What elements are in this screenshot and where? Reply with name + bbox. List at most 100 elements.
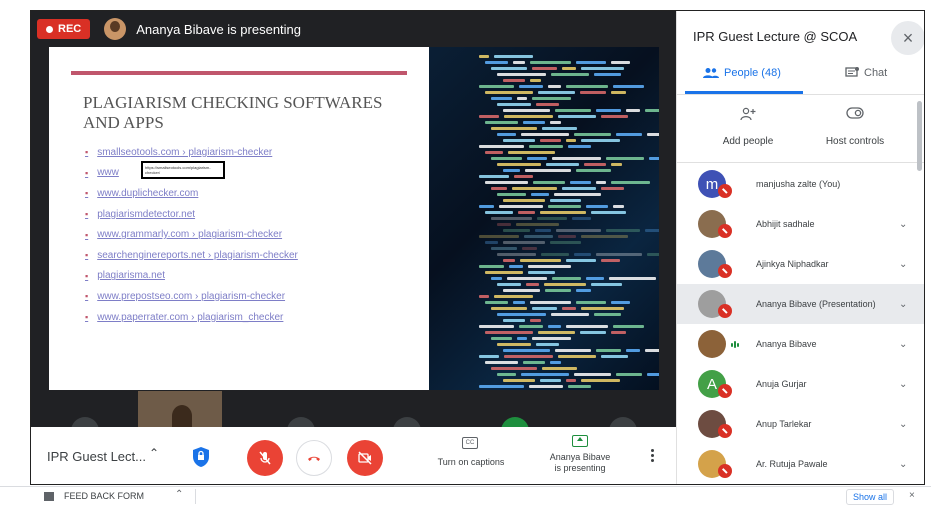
- slide-link-text: www.grammarly.com › plagiarism-checker: [97, 229, 283, 241]
- participant-row[interactable]: Ananya Bibave ⌄: [677, 324, 924, 364]
- slide-link-item: ▪ www.prepostseo.com › plagiarism-checker: [85, 286, 298, 307]
- code-line: [626, 109, 640, 112]
- participant-row[interactable]: m manjusha zalte (You): [677, 164, 924, 204]
- code-line: [503, 319, 525, 322]
- close-download-bar-icon[interactable]: ×: [909, 490, 915, 501]
- code-line: [532, 97, 571, 100]
- chevron-down-icon[interactable]: ⌄: [899, 419, 907, 430]
- code-line: [596, 181, 606, 184]
- code-line: [568, 385, 591, 388]
- code-line: [479, 385, 524, 388]
- download-file-name[interactable]: FEED BACK FORM: [64, 491, 144, 501]
- code-line: [558, 355, 596, 358]
- code-line: [647, 133, 659, 136]
- camera-off-button[interactable]: [347, 440, 383, 476]
- code-line: [530, 319, 541, 322]
- code-line: [485, 241, 498, 244]
- host-controls-button[interactable]: Host controls: [810, 107, 900, 149]
- code-line: [491, 187, 507, 190]
- tab-people[interactable]: People (48): [703, 67, 781, 79]
- presenting-label-line2[interactable]: is presenting: [540, 463, 620, 474]
- chevron-down-icon[interactable]: ⌄: [899, 339, 907, 350]
- end-call-button[interactable]: [296, 440, 332, 476]
- code-line: [572, 217, 591, 220]
- chevron-down-icon[interactable]: ⌄: [899, 379, 907, 390]
- participant-name: Anuja Gurjar: [756, 379, 807, 389]
- chevron-down-icon[interactable]: ⌄: [899, 219, 907, 230]
- panel-scrollbar[interactable]: [917, 101, 922, 171]
- chevron-down-icon[interactable]: ⌄: [899, 259, 907, 270]
- code-line: [497, 313, 546, 316]
- code-line: [562, 67, 576, 70]
- code-line: [530, 79, 541, 82]
- code-line: [503, 199, 545, 202]
- show-all-button[interactable]: Show all: [846, 489, 895, 505]
- participant-row[interactable]: Abhijit sadhale ⌄: [677, 204, 924, 244]
- code-line: [497, 283, 521, 286]
- code-line: [613, 205, 624, 208]
- presenting-label-line1[interactable]: Ananya Bibave: [540, 452, 620, 463]
- more-options-icon[interactable]: [651, 449, 655, 465]
- add-people-button[interactable]: Add people: [703, 107, 793, 149]
- download-bar: FEED BACK FORM ⌃ Show all ×: [0, 486, 931, 505]
- participant-avatar: [698, 330, 726, 358]
- participant-row[interactable]: Anup Tarlekar ⌄: [677, 404, 924, 444]
- code-line: [497, 343, 531, 346]
- slide-content: PLAGIARISM CHECKING SOFTWARES AND APPS ▪…: [49, 47, 429, 390]
- participant-row[interactable]: A Anuja Gurjar ⌄: [677, 364, 924, 404]
- code-line: [512, 187, 557, 190]
- captions-icon[interactable]: CC: [462, 437, 478, 449]
- code-line: [491, 97, 512, 100]
- code-line: [558, 235, 576, 238]
- code-line: [601, 355, 628, 358]
- chevron-down-icon[interactable]: ⌄: [899, 459, 907, 470]
- close-panel-button[interactable]: ×: [891, 21, 924, 55]
- code-line: [552, 157, 601, 160]
- code-line: [540, 139, 561, 142]
- code-line: [479, 55, 489, 58]
- code-line: [479, 175, 509, 178]
- presenter-thumbnail[interactable]: [138, 391, 222, 427]
- code-line: [613, 85, 644, 88]
- code-line: [509, 265, 523, 268]
- participant-row[interactable]: Ajinkya Niphadkar ⌄: [677, 244, 924, 284]
- chevron-up-icon[interactable]: ⌃: [175, 489, 183, 500]
- mic-off-button[interactable]: [247, 440, 283, 476]
- meet-window: REC Ananya Bibave is presenting PLAGIARI…: [30, 10, 925, 485]
- chevron-up-icon[interactable]: ⌃: [149, 446, 159, 460]
- slide-link-item: ▪ www.grammarly.com › plagiarism-checker: [85, 224, 298, 245]
- present-screen-icon[interactable]: [572, 435, 588, 447]
- code-line: [611, 163, 622, 166]
- code-line: [497, 103, 531, 106]
- tab-chat[interactable]: Chat: [845, 67, 887, 79]
- shield-icon[interactable]: [191, 446, 211, 468]
- captions-button-label[interactable]: Turn on captions: [431, 457, 511, 468]
- chevron-down-icon[interactable]: ⌄: [899, 299, 907, 310]
- muted-mic-icon: [718, 384, 732, 398]
- code-line: [538, 91, 575, 94]
- participant-strip: [31, 391, 676, 445]
- bullet-icon: ▪: [85, 291, 89, 302]
- code-line: [568, 145, 591, 148]
- code-line: [491, 157, 522, 160]
- slide-link-item: ▪ smallseotools.com › plagiarism-checker: [85, 142, 298, 163]
- slide-code-image: [429, 47, 659, 390]
- participant-row[interactable]: Ananya Bibave (Presentation) ⌄: [677, 284, 924, 324]
- code-line: [491, 67, 527, 70]
- code-line: [591, 283, 622, 286]
- participant-row[interactable]: Ar. Rutuja Pawale ⌄: [677, 444, 924, 484]
- code-line: [485, 151, 503, 154]
- slide-link-item: ▪ searchenginereports.net › plagiarism-ch…: [85, 245, 298, 266]
- code-line: [531, 193, 549, 196]
- code-line: [581, 67, 624, 70]
- code-line: [516, 223, 559, 226]
- download-divider: [195, 489, 196, 504]
- code-line: [562, 307, 576, 310]
- code-line: [517, 337, 527, 340]
- meeting-name[interactable]: IPR Guest Lect...: [47, 449, 146, 464]
- code-line: [544, 283, 586, 286]
- code-line: [497, 193, 526, 196]
- bullet-icon: ▪: [85, 167, 89, 178]
- code-line: [580, 331, 606, 334]
- code-line: [551, 313, 589, 316]
